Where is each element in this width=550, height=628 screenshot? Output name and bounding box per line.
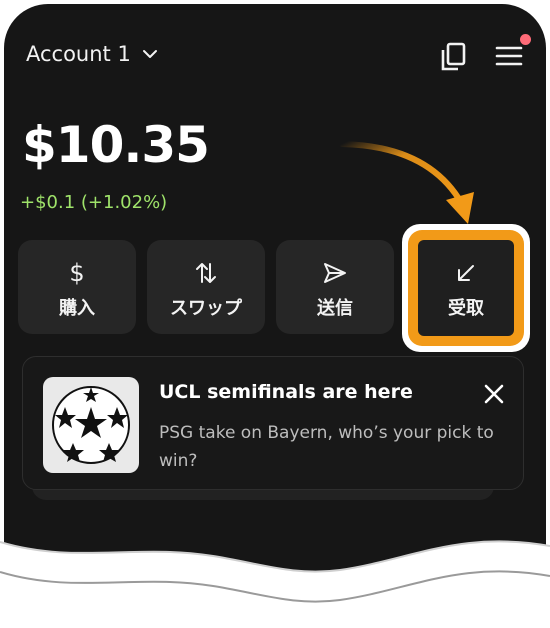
menu-icon[interactable] [494, 44, 524, 68]
torn-edge [0, 540, 550, 628]
account-label: Account 1 [26, 42, 131, 66]
send-button[interactable]: 送信 [276, 240, 394, 334]
promo-card[interactable]: UCL semifinals are here PSG take on Baye… [22, 356, 524, 490]
buy-label: 購入 [59, 298, 95, 319]
send-label: 送信 [317, 298, 353, 319]
receive-arrow-icon [458, 265, 474, 281]
receive-label: 受取 [448, 298, 484, 319]
header: Account 1 [4, 4, 546, 114]
buy-button[interactable]: $ 購入 [18, 240, 136, 334]
champions-league-ball-icon [52, 386, 130, 464]
chevron-down-icon [142, 50, 157, 58]
promo-image [43, 377, 139, 473]
swap-arrows-icon [196, 263, 216, 283]
notification-dot [520, 34, 531, 45]
balance: $10.35 [22, 116, 210, 174]
dollar-icon: $ [69, 259, 85, 287]
swap-button[interactable]: スワップ [147, 240, 265, 334]
promo-title: UCL semifinals are here [159, 381, 413, 403]
balance-change: +$0.1 (+1.02%) [20, 192, 168, 213]
account-selector[interactable]: Account 1 [26, 42, 159, 66]
send-icon [324, 263, 346, 283]
annotation-arrow [339, 141, 474, 224]
close-icon[interactable] [483, 383, 505, 405]
promo-text: PSG take on Bayern, who’s your pick to w… [159, 423, 494, 471]
copy-icon[interactable] [440, 42, 468, 72]
swap-label: スワップ [170, 298, 242, 319]
receive-button[interactable]: 受取 [418, 240, 514, 336]
